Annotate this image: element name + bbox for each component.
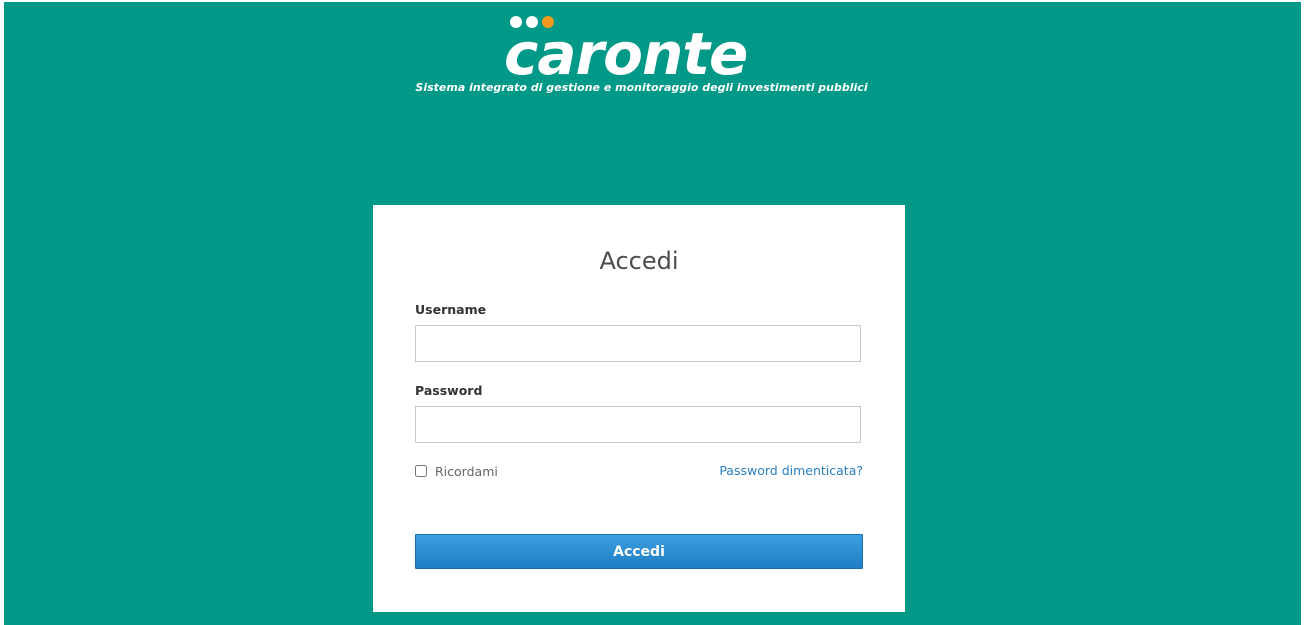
caronte-logo: caronte Sistema integrato di gestione e …: [4, 2, 1301, 112]
svg-text:caronte: caronte: [504, 20, 747, 82]
login-button[interactable]: Accedi: [415, 534, 863, 569]
login-card: Accedi Username Password Ricordami Passw…: [373, 205, 905, 612]
login-page-background: caronte Sistema integrato di gestione e …: [4, 2, 1301, 625]
password-label: Password: [415, 383, 483, 398]
logo-tagline: Sistema integrato di gestione e monitora…: [415, 81, 868, 94]
password-input[interactable]: [415, 406, 861, 443]
remember-me-option[interactable]: Ricordami: [415, 463, 498, 479]
username-input[interactable]: [415, 325, 861, 362]
forgot-password-link[interactable]: Password dimenticata?: [719, 463, 863, 478]
remember-me-label[interactable]: Ricordami: [435, 464, 498, 479]
logo-wordmark-graphic: caronte: [504, 16, 748, 88]
remember-me-checkbox[interactable]: [415, 465, 427, 477]
login-title: Accedi: [599, 247, 679, 275]
username-label: Username: [415, 302, 487, 317]
